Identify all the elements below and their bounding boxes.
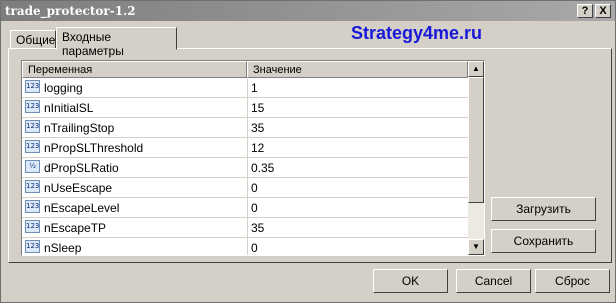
param-value[interactable]: 35 [247,118,468,137]
integer-type-icon: 123 [25,120,40,133]
title-bar[interactable]: trade_protector-1.2 ? X [1,1,615,21]
param-value[interactable]: 12 [247,138,468,157]
integer-type-icon: 123 [25,240,40,253]
vertical-scrollbar[interactable]: ▲ ▼ [468,61,484,255]
param-value[interactable]: 35 [247,218,468,237]
param-name: nInitialSL [44,101,94,115]
close-button[interactable]: X [595,4,611,18]
table-row[interactable]: 123 nEscapeTP 35 [22,218,468,238]
param-name: nUseEscape [44,181,113,195]
save-button[interactable]: Сохранить [491,229,596,253]
table-row[interactable]: 123 nInitialSL 15 [22,98,468,118]
reset-button[interactable]: Сброс [535,269,610,293]
params-table: Переменная Значение 123 logging 1 123 nIniti… [21,60,485,256]
table-row[interactable]: 123 logging 1 [22,78,468,98]
param-name: nEscapeLevel [44,201,120,215]
param-name: nTrailingStop [44,121,115,135]
scroll-down-arrow-icon[interactable]: ▼ [468,239,484,255]
scroll-up-arrow-icon[interactable]: ▲ [468,61,484,77]
column-header-variable[interactable]: Переменная [22,61,247,78]
table-row[interactable]: 123 nSleep 0 [22,238,468,255]
integer-type-icon: 123 [25,220,40,233]
param-value[interactable]: 0.35 [247,158,468,177]
scroll-thumb[interactable] [468,77,484,203]
param-name: dPropSLRatio [44,161,119,175]
integer-type-icon: 123 [25,100,40,113]
integer-type-icon: 123 [25,200,40,213]
integer-type-icon: 123 [25,140,40,153]
param-value[interactable]: 0 [247,178,468,197]
param-name: logging [44,81,83,95]
param-value[interactable]: 1 [247,78,468,97]
help-button[interactable]: ? [577,4,593,18]
param-name: nSleep [44,241,82,255]
dialog-window: trade_protector-1.2 ? X Общие Входные па… [0,0,616,303]
window-title: trade_protector-1.2 [5,4,136,18]
brand-watermark: Strategy4me.ru [351,23,483,43]
column-header-value[interactable]: Значение [247,61,468,78]
param-name: nEscapeTP [44,221,107,235]
cancel-button[interactable]: Cancel [456,269,531,293]
ok-button[interactable]: OK [373,269,448,293]
integer-type-icon: 123 [25,80,40,93]
table-row[interactable]: ½ dPropSLRatio 0.35 [22,158,468,178]
double-type-icon: ½ [25,160,40,173]
load-button[interactable]: Загрузить [491,197,596,221]
param-value[interactable]: 0 [247,198,468,217]
table-row[interactable]: 123 nUseEscape 0 [22,178,468,198]
tab-input-params[interactable]: Входные параметры [56,27,177,58]
tab-general[interactable]: Общие [10,30,56,49]
param-value[interactable]: 0 [247,238,468,255]
integer-type-icon: 123 [25,180,40,193]
table-row[interactable]: 123 nEscapeLevel 0 [22,198,468,218]
param-value[interactable]: 15 [247,98,468,117]
param-name: nPropSLThreshold [44,141,144,155]
table-row[interactable]: 123 nTrailingStop 35 [22,118,468,138]
table-row[interactable]: 123 nPropSLThreshold 12 [22,138,468,158]
